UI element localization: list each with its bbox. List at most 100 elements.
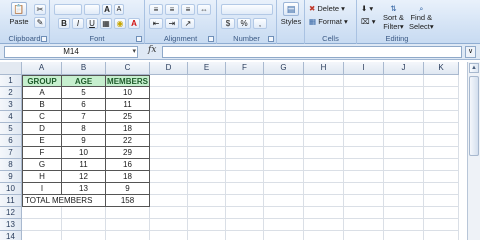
cell-c12[interactable] — [106, 207, 150, 219]
row-header-8[interactable]: 8 — [0, 159, 22, 171]
row-header-9[interactable]: 9 — [0, 171, 22, 183]
cell-g2[interactable] — [264, 87, 304, 99]
cell-i14[interactable] — [344, 231, 384, 240]
row-header-4[interactable]: 4 — [0, 111, 22, 123]
row-header-1[interactable]: 1 — [0, 75, 22, 87]
cell-h5[interactable] — [304, 123, 344, 135]
cell-d10[interactable] — [150, 183, 188, 195]
table-cell[interactable]: 18 — [106, 123, 150, 135]
format-painter-button[interactable]: ✎ — [34, 17, 46, 28]
styles-button[interactable]: ▤ Styles — [278, 2, 304, 26]
scrollbar-thumb[interactable] — [469, 76, 479, 156]
column-header-b[interactable]: B — [62, 62, 106, 75]
comma-button[interactable]: , — [253, 18, 267, 29]
sort-filter-button[interactable]: ⇅ Sort & Filter▾ — [383, 4, 404, 31]
table-cell[interactable]: 7 — [62, 111, 106, 123]
table-header-cell[interactable]: MEMBERS — [106, 75, 150, 87]
cell-g7[interactable] — [264, 147, 304, 159]
cell-h8[interactable] — [304, 159, 344, 171]
decrease-indent-button[interactable]: ⇤ — [149, 18, 163, 29]
cell-j8[interactable] — [384, 159, 424, 171]
cell-k9[interactable] — [424, 171, 459, 183]
fill-color-button[interactable]: ◉ — [114, 18, 126, 29]
cell-j14[interactable] — [384, 231, 424, 240]
cell-a12[interactable] — [22, 207, 62, 219]
cell-d13[interactable] — [150, 219, 188, 231]
cell-b13[interactable] — [62, 219, 106, 231]
table-cell[interactable]: 9 — [62, 135, 106, 147]
cell-c14[interactable] — [106, 231, 150, 240]
total-label-cell[interactable]: TOTAL MEMBERS — [22, 195, 106, 207]
shrink-font-button[interactable]: A — [114, 4, 124, 15]
font-name-dropdown[interactable] — [54, 4, 82, 15]
cell-i7[interactable] — [344, 147, 384, 159]
table-header-cell[interactable]: AGE — [62, 75, 106, 87]
cell-k5[interactable] — [424, 123, 459, 135]
cell-f6[interactable] — [226, 135, 264, 147]
row-header-14[interactable]: 14 — [0, 231, 22, 240]
cell-k10[interactable] — [424, 183, 459, 195]
cell-g9[interactable] — [264, 171, 304, 183]
cell-e6[interactable] — [188, 135, 226, 147]
cell-k14[interactable] — [424, 231, 459, 240]
cell-i13[interactable] — [344, 219, 384, 231]
cell-d14[interactable] — [150, 231, 188, 240]
table-cell[interactable]: 11 — [106, 99, 150, 111]
cell-i6[interactable] — [344, 135, 384, 147]
clipboard-dialog-launcher[interactable] — [41, 36, 47, 42]
row-header-11[interactable]: 11 — [0, 195, 22, 207]
cell-d2[interactable] — [150, 87, 188, 99]
cell-e10[interactable] — [188, 183, 226, 195]
align-right-button[interactable]: ≡ — [181, 4, 195, 15]
alignment-dialog-launcher[interactable] — [208, 36, 214, 42]
cell-b12[interactable] — [62, 207, 106, 219]
cell-j7[interactable] — [384, 147, 424, 159]
cell-h6[interactable] — [304, 135, 344, 147]
align-center-button[interactable]: ≡ — [165, 4, 179, 15]
column-header-h[interactable]: H — [304, 62, 344, 75]
table-cell[interactable]: 10 — [106, 87, 150, 99]
cell-j10[interactable] — [384, 183, 424, 195]
cell-i3[interactable] — [344, 99, 384, 111]
cell-k6[interactable] — [424, 135, 459, 147]
cell-i10[interactable] — [344, 183, 384, 195]
table-cell[interactable]: 29 — [106, 147, 150, 159]
cell-i2[interactable] — [344, 87, 384, 99]
cell-f1[interactable] — [226, 75, 264, 87]
table-cell[interactable]: B — [22, 99, 62, 111]
cell-h13[interactable] — [304, 219, 344, 231]
cell-d1[interactable] — [150, 75, 188, 87]
cell-b14[interactable] — [62, 231, 106, 240]
cell-f10[interactable] — [226, 183, 264, 195]
table-cell[interactable]: 8 — [62, 123, 106, 135]
row-header-5[interactable]: 5 — [0, 123, 22, 135]
cell-e1[interactable] — [188, 75, 226, 87]
cell-g4[interactable] — [264, 111, 304, 123]
cell-e9[interactable] — [188, 171, 226, 183]
table-cell[interactable]: D — [22, 123, 62, 135]
cell-d7[interactable] — [150, 147, 188, 159]
cell-d4[interactable] — [150, 111, 188, 123]
row-header-2[interactable]: 2 — [0, 87, 22, 99]
cell-g6[interactable] — [264, 135, 304, 147]
cell-j5[interactable] — [384, 123, 424, 135]
row-header-3[interactable]: 3 — [0, 99, 22, 111]
cell-g12[interactable] — [264, 207, 304, 219]
insert-function-icon[interactable]: fx — [148, 45, 156, 55]
cell-f12[interactable] — [226, 207, 264, 219]
font-color-button[interactable]: A — [128, 18, 140, 29]
cell-a14[interactable] — [22, 231, 62, 240]
cell-i1[interactable] — [344, 75, 384, 87]
increase-indent-button[interactable]: ⇥ — [165, 18, 179, 29]
cell-g10[interactable] — [264, 183, 304, 195]
cell-a13[interactable] — [22, 219, 62, 231]
table-header-cell[interactable]: GROUP — [22, 75, 62, 87]
cell-j1[interactable] — [384, 75, 424, 87]
table-cell[interactable]: C — [22, 111, 62, 123]
cell-f5[interactable] — [226, 123, 264, 135]
column-header-g[interactable]: G — [264, 62, 304, 75]
cell-f9[interactable] — [226, 171, 264, 183]
cell-k11[interactable] — [424, 195, 459, 207]
number-format-dropdown[interactable] — [221, 4, 273, 15]
name-box[interactable]: M14 ▾ — [4, 46, 138, 58]
